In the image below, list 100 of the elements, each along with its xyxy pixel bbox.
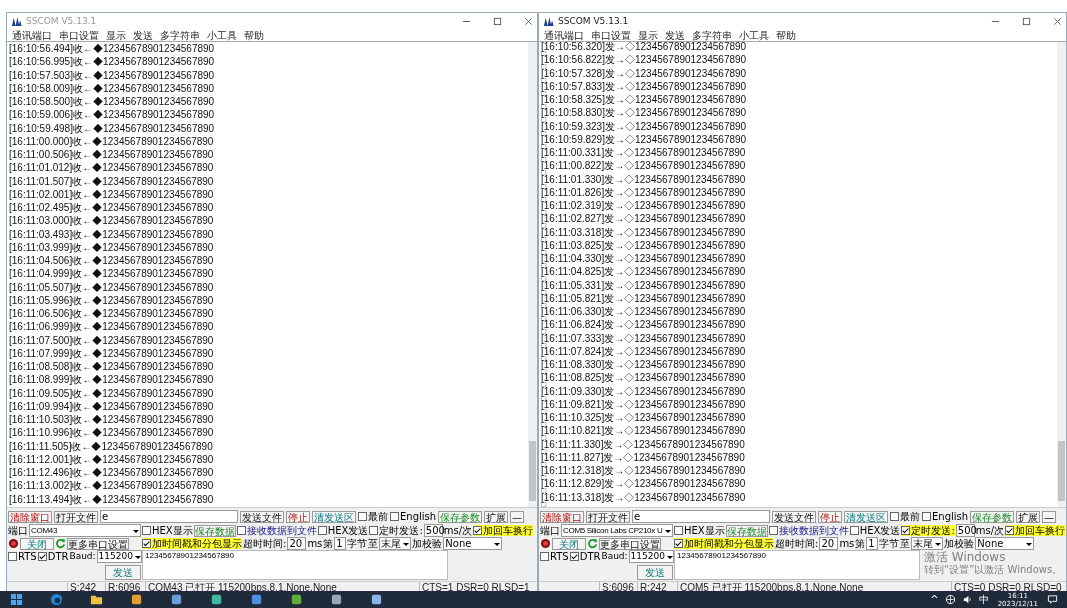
menu-item[interactable]: 串口设置 [591, 29, 631, 41]
scrollbar[interactable] [528, 42, 537, 507]
windows-logo-icon[interactable] [10, 593, 23, 606]
hex-send-checkbox[interactable]: HEX发送 [317, 525, 369, 536]
menu-item[interactable]: 串口设置 [59, 29, 99, 41]
app-icon[interactable] [370, 593, 383, 606]
timeout-field[interactable]: 20 [287, 537, 307, 550]
stop-button[interactable]: 停止 [818, 510, 842, 523]
tray-chevron[interactable]: ^ [930, 594, 939, 605]
baud-dropdown[interactable]: 115200 [96, 550, 142, 563]
open-file-button[interactable]: 打开文件 [54, 510, 98, 523]
refresh-icon[interactable] [55, 538, 66, 549]
app-icon[interactable] [210, 593, 223, 606]
clear-window-button[interactable]: 清除窗口 [8, 510, 52, 523]
expand-button[interactable]: 扩展 [484, 510, 509, 523]
checksum-dropdown[interactable]: None [975, 537, 1035, 550]
send-text-area[interactable]: 12345678901234567890 [142, 550, 448, 580]
save-params-button[interactable]: 保存参数 [970, 510, 1015, 523]
file-path-field[interactable]: e [632, 510, 770, 523]
timed-send-checkbox[interactable]: 定时发送: [901, 525, 955, 536]
send-button[interactable]: 发送 [637, 565, 673, 580]
menu-item[interactable]: 帮助 [244, 29, 264, 41]
byte-to-dropdown[interactable]: 末尾 [911, 537, 944, 550]
app-icon[interactable] [170, 593, 183, 606]
byte-to-dropdown[interactable]: 末尾 [379, 537, 412, 550]
receive-to-file-checkbox[interactable]: 接收数据到文件 [236, 525, 317, 536]
more-settings-button[interactable]: 更多串口设置 [599, 537, 661, 550]
rts-checkbox[interactable]: RTS [8, 551, 37, 562]
send-file-button[interactable]: 发送文件 [240, 510, 284, 523]
open-file-button[interactable]: 打开文件 [586, 510, 630, 523]
maximize-icon[interactable] [1022, 16, 1031, 26]
english-checkbox[interactable]: English [922, 511, 969, 522]
save-data-button[interactable]: 保存数据 [725, 524, 768, 537]
menu-item[interactable]: 通讯端口 [12, 29, 52, 41]
baud-dropdown[interactable]: 115200 [628, 550, 674, 563]
hex-send-checkbox[interactable]: HEX发送 [849, 525, 901, 536]
close-port-button[interactable]: 关闭 [552, 537, 586, 550]
network-globe-icon[interactable] [944, 594, 956, 605]
input-method-indicator[interactable]: 中 [978, 594, 989, 605]
app-icon[interactable] [330, 593, 343, 606]
menu-item[interactable]: 显示 [106, 29, 126, 41]
english-checkbox[interactable]: English [390, 511, 437, 522]
port-dropdown[interactable]: COM5 Silicon Labs CP210x U [561, 524, 673, 537]
close-icon[interactable] [1053, 16, 1062, 26]
receive-to-file-checkbox[interactable]: 接收数据到文件 [768, 525, 849, 536]
menu-item[interactable]: 多字符串 [160, 29, 200, 41]
save-params-button[interactable]: 保存参数 [438, 510, 483, 523]
expand-button[interactable]: 扩展 [1016, 510, 1041, 523]
send-text-area[interactable]: 12345678901234567890 [674, 550, 920, 580]
browser-icon[interactable] [50, 593, 63, 606]
notification-icon[interactable] [1047, 594, 1058, 605]
dtr-checkbox[interactable]: DTR [569, 551, 601, 562]
log-line: [16:11:02.495]收←◆12345678901234567890 [9, 201, 214, 214]
menu-item[interactable]: 显示 [638, 29, 658, 41]
maximize-icon[interactable] [493, 16, 502, 26]
byte-from-field[interactable]: 1 [334, 537, 347, 550]
app-icon[interactable] [130, 593, 143, 606]
port-dropdown[interactable]: COM43 [29, 524, 141, 537]
refresh-icon[interactable] [587, 538, 598, 549]
clear-send-button[interactable]: 清发送区 [844, 510, 888, 523]
hex-display-checkbox[interactable]: HEX显示 [142, 525, 193, 536]
timed-send-checkbox[interactable]: 定时发送: [369, 525, 423, 536]
send-button[interactable]: 发送 [105, 565, 141, 580]
file-path-field[interactable]: e [100, 510, 238, 523]
topmost-checkbox[interactable]: 最前 [890, 511, 920, 522]
app-icon[interactable] [250, 593, 263, 606]
scrollbar[interactable] [1057, 42, 1066, 507]
add-crlf-checkbox[interactable]: 加回车换行 [1005, 525, 1066, 536]
more-settings-button[interactable]: 更多串口设置 [67, 537, 129, 550]
menu-item[interactable]: 帮助 [776, 29, 796, 41]
timestamp-checkbox[interactable]: 加时间戳和分包显示 [142, 538, 242, 549]
menu-item[interactable]: 小工具 [207, 29, 237, 41]
menu-item[interactable]: 小工具 [739, 29, 769, 41]
dtr-checkbox[interactable]: DTR [37, 551, 69, 562]
topmost-checkbox[interactable]: 最前 [358, 511, 388, 522]
byte-from-field[interactable]: 1 [866, 537, 879, 550]
stop-button[interactable]: 停止 [286, 510, 310, 523]
timestamp-checkbox[interactable]: 加时间戳和分包显示 [674, 538, 774, 549]
clear-send-button[interactable]: 清发送区 [312, 510, 356, 523]
hex-display-checkbox[interactable]: HEX显示 [674, 525, 725, 536]
menu-item[interactable]: 发送 [665, 29, 685, 41]
close-icon[interactable] [524, 16, 533, 26]
interval-field[interactable]: 500 [955, 524, 975, 537]
interval-field[interactable]: 500 [423, 524, 443, 537]
clear-window-button[interactable]: 清除窗口 [540, 510, 584, 523]
menu-item[interactable]: 发送 [133, 29, 153, 41]
rts-checkbox[interactable]: RTS [540, 551, 569, 562]
timeout-field[interactable]: 20 [819, 537, 839, 550]
menu-item[interactable]: 多字符串 [692, 29, 732, 41]
close-port-button[interactable]: 关闭 [20, 537, 54, 550]
app-icon[interactable] [290, 593, 303, 606]
add-crlf-checkbox[interactable]: 加回车换行 [473, 525, 534, 536]
collapse-button[interactable]: — [1042, 510, 1057, 523]
checksum-dropdown[interactable]: None [443, 537, 503, 550]
menu-item[interactable]: 通讯端口 [544, 29, 584, 41]
collapse-button[interactable]: — [510, 510, 525, 523]
save-data-button[interactable]: 保存数据 [193, 524, 236, 537]
speaker-icon[interactable] [961, 594, 973, 605]
send-file-button[interactable]: 发送文件 [772, 510, 816, 523]
folder-icon[interactable] [90, 593, 103, 606]
